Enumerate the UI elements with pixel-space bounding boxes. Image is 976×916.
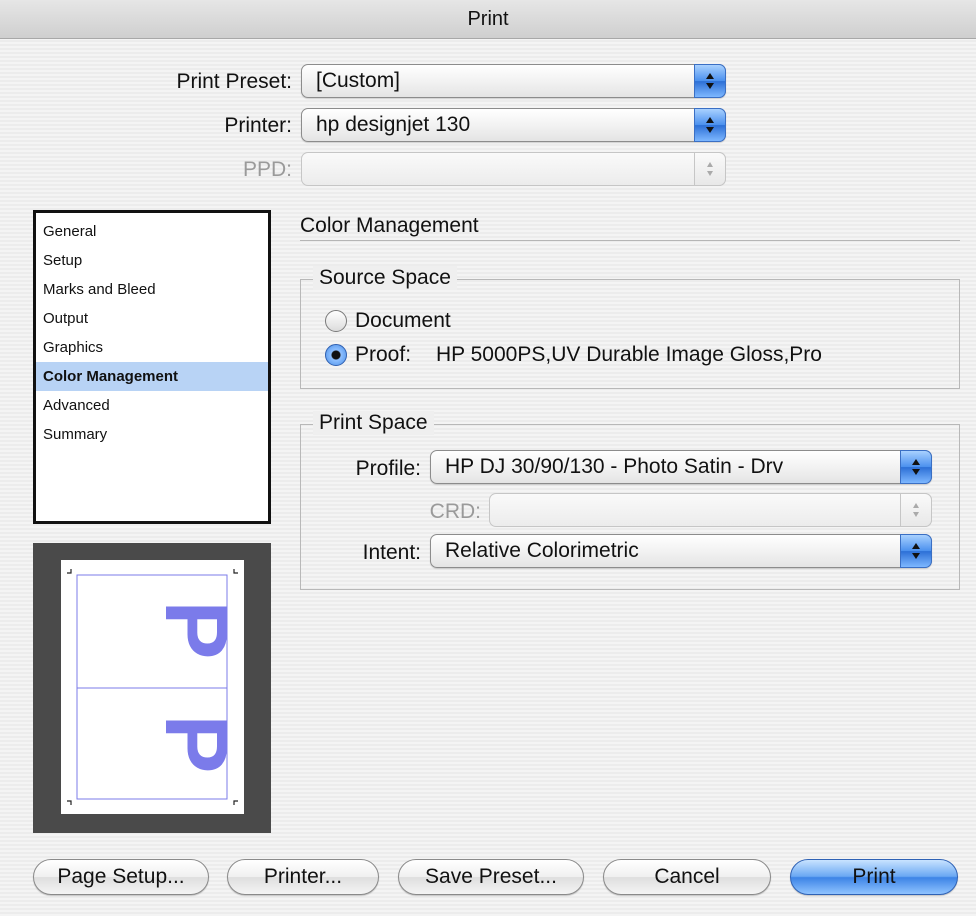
ppd-label: PPD: [242,158,292,181]
sidebar-item-advanced[interactable]: Advanced [36,391,268,420]
printer-popup[interactable]: hp designjet 130 [301,108,726,142]
panel-title: Color Management [300,214,479,237]
up-down-arrows-icon [694,108,726,142]
crd-label: CRD: [429,500,481,523]
printer-value: hp designjet 130 [316,113,471,136]
ppd-popup [301,152,726,186]
profile-popup[interactable]: HP DJ 30/90/130 - Photo Satin - Drv [430,450,932,484]
proof-radio[interactable] [325,344,347,366]
sidebar-item-color-management[interactable]: Color Management [36,362,268,391]
document-radio-label: Document [355,309,451,332]
print-preset-value: [Custom] [316,69,401,92]
profile-value: HP DJ 30/90/130 - Photo Satin - Drv [445,455,784,478]
proof-radio-label: Proof: [355,343,412,366]
print-preset-label: Print Preset: [176,70,292,93]
intent-label: Intent: [362,541,421,564]
save-preset-button[interactable]: Save Preset... [398,859,584,895]
sidebar-item-marks-and-bleed[interactable]: Marks and Bleed [36,275,268,304]
up-down-arrows-icon [900,534,932,568]
crd-popup [489,493,932,527]
source-space-legend: Source Space [313,266,457,290]
document-radio[interactable] [325,310,347,332]
panel-title-divider [300,240,960,241]
page-setup-button[interactable]: Page Setup... [33,859,209,895]
printer-label: Printer: [224,114,292,137]
preview-layout: P P [67,569,246,805]
window-title: Print [0,0,976,39]
print-preset-popup[interactable]: [Custom] [301,64,726,98]
print-space-legend: Print Space [313,411,434,435]
preview-paper: P P [61,560,246,814]
sidebar-item-graphics[interactable]: Graphics [36,333,268,362]
preview-glyph-top: P [147,601,244,660]
cancel-button[interactable]: Cancel [603,859,771,895]
sidebar-item-summary[interactable]: Summary [36,420,268,449]
sidebar-item-setup[interactable]: Setup [36,246,268,275]
preview-glyph-bottom: P [147,715,244,774]
up-down-arrows-icon [900,493,932,527]
up-down-arrows-icon [694,152,726,186]
intent-value: Relative Colorimetric [445,539,639,562]
page-preview: P P [33,543,271,833]
print-button[interactable]: Print [790,859,958,895]
sidebar-item-general[interactable]: General [36,217,268,246]
profile-label: Profile: [355,457,421,480]
printer-button[interactable]: Printer... [227,859,379,895]
panel-list: General Setup Marks and Bleed Output Gra… [33,210,271,524]
intent-popup[interactable]: Relative Colorimetric [430,534,932,568]
sidebar-item-output[interactable]: Output [36,304,268,333]
proof-profile-value: HP 5000PS,UV Durable Image Gloss,Pro [436,343,822,366]
up-down-arrows-icon [900,450,932,484]
up-down-arrows-icon [694,64,726,98]
source-space-group [300,279,960,389]
